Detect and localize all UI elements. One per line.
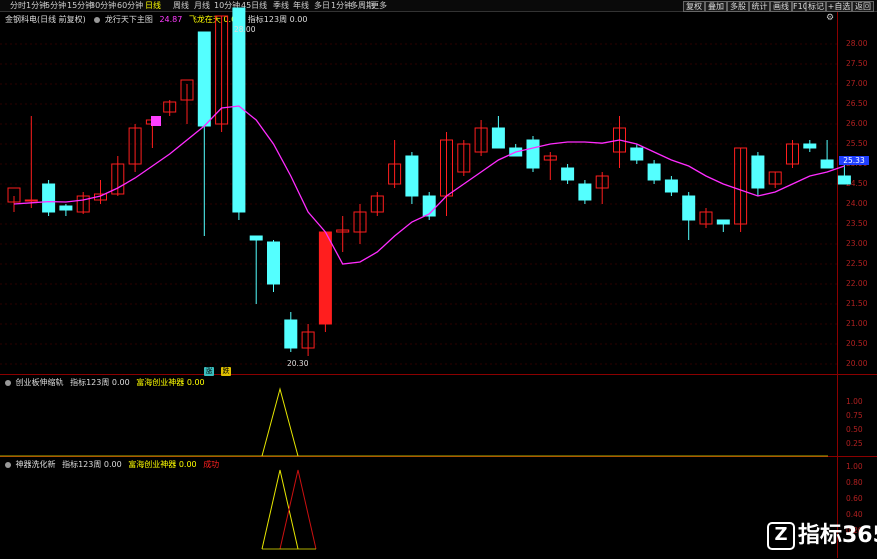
watermark-text: 指标365 (798, 523, 877, 548)
current-price-label: 25.33 (839, 156, 869, 165)
candle-body (59, 205, 73, 211)
sub1-signal-peak (261, 387, 299, 457)
rise-badge: 涨 (204, 367, 214, 376)
sub2-signal-red (279, 469, 317, 550)
candle-body (422, 195, 436, 217)
candle-body (820, 159, 834, 169)
high-annotation: 28.00 (234, 25, 256, 34)
ma-line (13, 105, 845, 265)
candle-body (267, 241, 280, 285)
candle-body (24, 199, 38, 202)
candle-body (318, 231, 332, 325)
candle-body (664, 179, 678, 193)
candle-body (249, 235, 263, 241)
logo-z-icon: Z (767, 522, 795, 550)
candle-body (491, 127, 505, 149)
watermark: Z指标365 (767, 521, 877, 551)
candle-body (405, 155, 419, 197)
candle-body (630, 147, 644, 161)
candle-body (751, 155, 765, 189)
candle-body (837, 175, 851, 185)
candle-body (647, 163, 661, 181)
candle-body (526, 139, 540, 169)
candle-body (42, 183, 56, 213)
candle-body (561, 167, 575, 181)
candle-body (682, 195, 696, 221)
candle-body (284, 319, 298, 349)
low-annotation: 20.30 (287, 359, 309, 368)
candle-body (803, 143, 817, 149)
kline-chart[interactable] (0, 0, 877, 559)
candle-body (716, 219, 730, 225)
signal-square (151, 116, 161, 126)
fall-badge: 跌 (221, 367, 231, 376)
candle-body (197, 31, 211, 127)
candle-body (578, 183, 592, 201)
sub2-signal-yellow (261, 469, 299, 550)
